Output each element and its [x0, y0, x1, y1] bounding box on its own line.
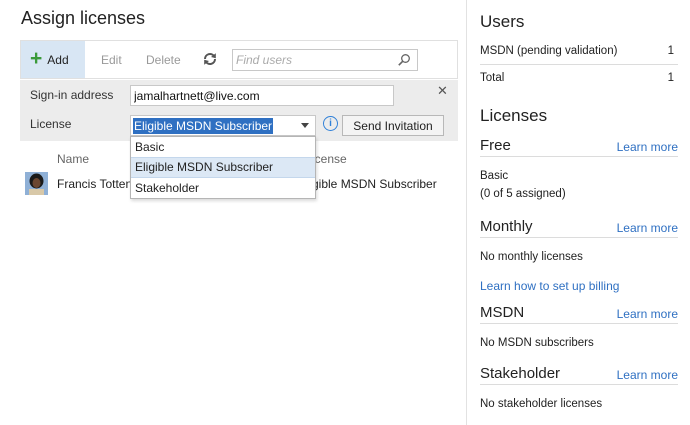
- column-header-license[interactable]: icense: [312, 152, 347, 166]
- page-title: Assign licenses: [21, 8, 146, 28]
- free-heading: Free: [480, 137, 511, 154]
- plus-icon: +: [30, 47, 43, 70]
- users-msdn-label: MSDN (pending validation): [480, 45, 618, 57]
- license-select-value: Eligible MSDN Subscriber: [133, 118, 274, 134]
- signin-address-label: Sign-in address: [30, 88, 114, 102]
- license-option-stakeholder[interactable]: Stakeholder: [131, 178, 315, 198]
- license-label: License: [30, 117, 72, 131]
- licenses-heading: Licenses: [480, 106, 548, 125]
- search-input[interactable]: [236, 52, 386, 68]
- msdn-heading: MSDN: [480, 304, 525, 321]
- delete-button[interactable]: Delete: [146, 53, 181, 67]
- msdn-learn-more-link[interactable]: Learn more: [617, 307, 678, 321]
- divider: [480, 384, 678, 385]
- users-msdn-count: 1: [667, 45, 674, 57]
- add-button[interactable]: + Add: [21, 41, 85, 78]
- license-option-eligible-msdn[interactable]: Eligible MSDN Subscriber: [131, 157, 315, 178]
- info-icon[interactable]: i: [323, 116, 338, 131]
- divider: [480, 237, 678, 238]
- license-dropdown-menu: Basic Eligible MSDN Subscriber Stakehold…: [130, 136, 316, 199]
- billing-setup-link[interactable]: Learn how to set up billing: [480, 279, 619, 293]
- msdn-status-text: No MSDN subscribers: [480, 337, 594, 349]
- summary-pane: Users MSDN (pending validation) 1 Total …: [467, 0, 690, 425]
- divider: [480, 64, 678, 65]
- refresh-icon[interactable]: [202, 51, 218, 67]
- free-basic-label: Basic: [480, 170, 509, 182]
- monthly-status-text: No monthly licenses: [480, 251, 583, 263]
- license-option-basic[interactable]: Basic: [131, 137, 315, 157]
- free-learn-more-link[interactable]: Learn more: [617, 140, 678, 154]
- add-button-label: Add: [47, 52, 69, 67]
- stakeholder-status-text: No stakeholder licenses: [480, 398, 603, 410]
- assign-licenses-pane: Assign licenses + Add Edit Delete Sign-i…: [0, 0, 466, 425]
- toolbar: + Add Edit Delete: [20, 40, 458, 79]
- user-license: gible MSDN Subscriber: [312, 177, 437, 191]
- users-total-label: Total: [480, 72, 505, 84]
- avatar: [25, 172, 48, 195]
- chevron-down-icon: [301, 123, 309, 128]
- search-box: [232, 49, 418, 71]
- edit-button[interactable]: Edit: [101, 53, 122, 67]
- signin-address-input[interactable]: [130, 85, 394, 106]
- search-icon[interactable]: [397, 53, 411, 67]
- stakeholder-heading: Stakeholder: [480, 365, 561, 382]
- users-total-count: 1: [667, 72, 674, 84]
- monthly-learn-more-link[interactable]: Learn more: [617, 221, 678, 235]
- license-select[interactable]: Eligible MSDN Subscriber: [130, 115, 316, 136]
- free-basic-assigned: (0 of 5 assigned): [480, 188, 566, 200]
- user-name: Francis Totten: [57, 177, 133, 191]
- divider: [480, 323, 678, 324]
- add-user-panel: Sign-in address ✕ License Eligible MSDN …: [20, 80, 458, 141]
- close-icon[interactable]: ✕: [437, 83, 448, 99]
- column-header-name[interactable]: Name: [57, 152, 89, 166]
- users-heading: Users: [480, 12, 525, 31]
- monthly-heading: Monthly: [480, 218, 533, 235]
- divider: [480, 156, 678, 157]
- stakeholder-learn-more-link[interactable]: Learn more: [617, 368, 678, 382]
- send-invitation-button[interactable]: Send Invitation: [342, 115, 444, 136]
